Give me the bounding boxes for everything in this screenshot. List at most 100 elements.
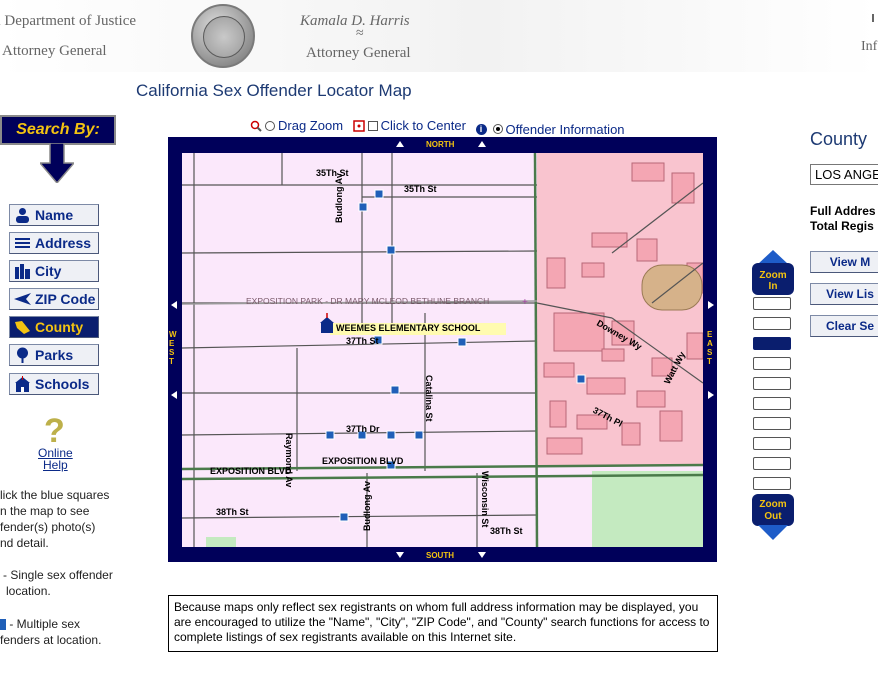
- compass-south: SOUTH: [426, 551, 454, 560]
- person-icon: [16, 208, 29, 223]
- street-label: EXPOSITION BLVD: [210, 466, 292, 476]
- zoom-out-button[interactable]: Zoom Out: [752, 494, 794, 540]
- search-by-county-button[interactable]: County: [9, 316, 99, 338]
- offender-info-tool[interactable]: i Offender Information: [475, 122, 625, 137]
- search-by-address-button[interactable]: Address: [9, 232, 99, 254]
- compass-east: EAST: [707, 330, 713, 366]
- pan-east-arrow-icon[interactable]: [708, 391, 714, 399]
- dept-name: a Department of Justice: [0, 13, 137, 29]
- zoom-level-9[interactable]: [753, 457, 791, 470]
- map-frame: NORTH SOUTH WEST EAST + 35Th St 35Th St …: [168, 137, 717, 562]
- multiple-offender-square-icon: [0, 619, 6, 631]
- nav-label: County: [35, 319, 84, 335]
- zoom-level-3[interactable]: [753, 337, 791, 350]
- down-arrow-icon: [40, 143, 74, 183]
- center-icon: [352, 119, 365, 132]
- zoom-in-label-2: In: [769, 281, 778, 292]
- page-title: California Sex Offender Locator Map: [136, 81, 412, 100]
- zoom-level-10[interactable]: [753, 477, 791, 490]
- nav-label: ZIP Code: [35, 291, 96, 307]
- zoom-out-label-2: Out: [764, 511, 782, 522]
- zoom-out-label-1: Zoom: [759, 499, 786, 510]
- pan-east-arrow-icon[interactable]: [708, 301, 714, 309]
- zoom-level-4[interactable]: [753, 357, 791, 370]
- legend-multiple: - Multiple sex fenders at location.: [0, 617, 102, 647]
- school-icon: [15, 376, 30, 392]
- zoom-level-6[interactable]: [753, 397, 791, 410]
- left-title: Attorney General: [2, 43, 107, 59]
- search-by-city-button[interactable]: City: [9, 260, 99, 282]
- street-label: Budlong Av: [334, 173, 344, 223]
- compass-north: NORTH: [426, 140, 455, 149]
- pan-west-arrow-icon[interactable]: [171, 391, 177, 399]
- drag-zoom-tool[interactable]: Drag Zoom: [250, 118, 343, 133]
- click-center-tool[interactable]: Click to Center: [352, 118, 466, 133]
- ag-name: Kamala D. Harris: [300, 13, 410, 29]
- online-help-link[interactable]: Online Help: [38, 447, 73, 471]
- view-map-button[interactable]: View M: [810, 251, 878, 273]
- search-by-schools-button[interactable]: Schools: [9, 373, 99, 395]
- map-drawing[interactable]: +: [181, 152, 704, 548]
- nav-label: Name: [35, 207, 74, 223]
- nav-label: Parks: [35, 347, 74, 363]
- street-label: Wisconsin St: [480, 471, 490, 528]
- pan-south-arrow-icon[interactable]: [478, 552, 486, 558]
- search-by-parks-button[interactable]: Parks: [9, 344, 99, 366]
- pan-west-arrow-icon[interactable]: [171, 301, 177, 309]
- disclaimer-box: Because maps only reflect sex registrant…: [168, 595, 718, 652]
- street-label: Catalina St: [424, 375, 434, 422]
- info-icon: i: [475, 123, 487, 135]
- street-label: Raymond Av: [284, 433, 294, 488]
- street-label: 38Th St: [490, 526, 523, 536]
- pan-south-arrow-icon[interactable]: [396, 552, 404, 558]
- nav-label: City: [35, 263, 62, 279]
- zoom-in-label-1: Zoom: [759, 270, 786, 281]
- search-by-zip-button[interactable]: ZIP Code: [9, 288, 99, 310]
- street-label: Budlong Av: [362, 481, 372, 531]
- total-registrants-text: Total Regis: [810, 219, 874, 233]
- county-select[interactable]: LOS ANGE: [810, 164, 878, 185]
- plane-icon: [14, 293, 31, 305]
- nav-label: Address: [35, 235, 92, 251]
- county-shape-icon: [15, 321, 30, 334]
- zoom-level-2[interactable]: [753, 317, 791, 330]
- pan-north-arrow-icon[interactable]: [478, 141, 486, 147]
- clear-search-button[interactable]: Clear Se: [810, 315, 878, 337]
- map-instructions: lick the blue squares n the map to see f…: [0, 488, 110, 550]
- zoom-level-8[interactable]: [753, 437, 791, 450]
- signature-mark: ≈: [356, 26, 364, 41]
- zoom-level-1[interactable]: [753, 297, 791, 310]
- click-center-radio[interactable]: [367, 120, 378, 131]
- site-header: a Department of Justice Attorney General…: [0, 0, 878, 72]
- offender-info-radio[interactable]: [492, 124, 503, 134]
- search-by-banner: Search By:: [0, 115, 116, 145]
- legend-single: - Single sex offender location.: [3, 568, 113, 598]
- magnifier-icon: [250, 120, 262, 132]
- tree-icon: [17, 347, 28, 363]
- zoom-in-button[interactable]: Zoom In: [752, 250, 794, 295]
- info-link[interactable]: Inf: [861, 39, 877, 55]
- map-tools: Drag Zoom Click to Center i Offender Inf…: [250, 118, 631, 137]
- state-seal-icon: [191, 4, 255, 68]
- map-canvas[interactable]: + 35Th St 35Th St Budlong Av EXPOSITION …: [181, 152, 704, 548]
- street-label: 35Th St: [404, 184, 437, 194]
- search-by-name-button[interactable]: Name: [9, 204, 99, 226]
- street-label: 37Th St: [346, 336, 379, 346]
- view-list-button[interactable]: View Lis: [810, 283, 878, 305]
- drag-zoom-radio[interactable]: [265, 120, 275, 131]
- street-label: 38Th St: [216, 507, 249, 517]
- nav-label: Schools: [35, 376, 90, 392]
- street-label: 37Th Dr: [346, 424, 380, 434]
- full-address-text: Full Addres: [810, 204, 876, 218]
- city-icon: [15, 264, 30, 279]
- school-label: WEEMES ELEMENTARY SCHOOL: [336, 323, 481, 333]
- zoom-level-7[interactable]: [753, 417, 791, 430]
- right-title: Attorney General: [306, 45, 411, 61]
- svg-text:+: +: [522, 297, 528, 308]
- compass-west: WEST: [169, 330, 177, 366]
- county-heading: County: [810, 129, 868, 149]
- zoom-level-5[interactable]: [753, 377, 791, 390]
- pan-north-arrow-icon[interactable]: [396, 141, 404, 147]
- list-icon: [15, 238, 30, 248]
- street-label: EXPOSITION BLVD: [322, 456, 404, 466]
